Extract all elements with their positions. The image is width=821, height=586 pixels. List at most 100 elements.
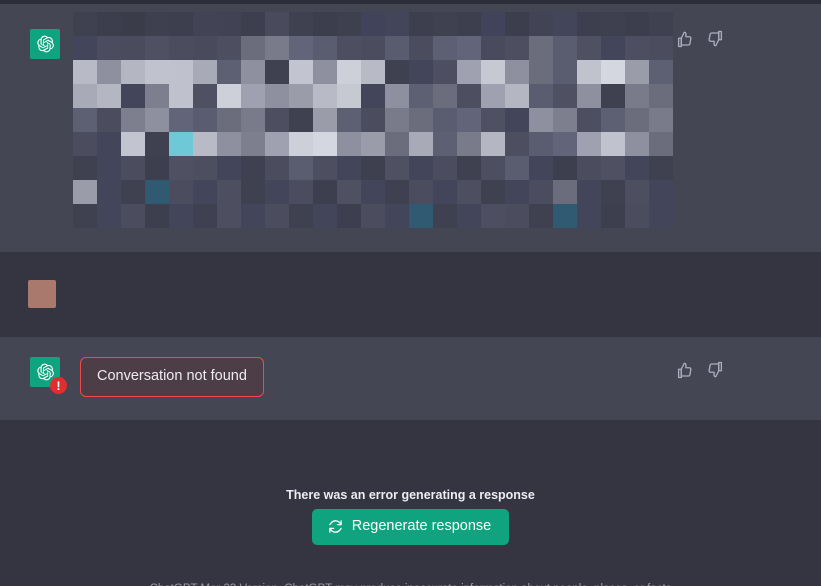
- thumbs-down-icon[interactable]: [706, 361, 724, 379]
- censored-block: [265, 180, 289, 204]
- censored-block: [145, 36, 169, 60]
- censored-block: [577, 108, 601, 132]
- censored-block: [505, 132, 529, 156]
- censored-block: [601, 204, 625, 228]
- censored-block: [481, 12, 505, 36]
- censored-block: [457, 108, 481, 132]
- censored-block: [625, 156, 649, 180]
- censored-block: [217, 156, 241, 180]
- censored-block: [649, 108, 673, 132]
- censored-block: [553, 12, 577, 36]
- censored-block: [553, 156, 577, 180]
- censored-block: [97, 156, 121, 180]
- censored-block: [337, 36, 361, 60]
- censored-block: [265, 60, 289, 84]
- censored-block: [145, 108, 169, 132]
- thumbs-up-icon[interactable]: [676, 30, 694, 48]
- thumbs-up-icon[interactable]: [676, 361, 694, 379]
- censored-block: [409, 108, 433, 132]
- censored-block: [313, 204, 337, 228]
- censored-block: [433, 132, 457, 156]
- censored-block: [97, 36, 121, 60]
- censored-block: [457, 60, 481, 84]
- censored-block: [313, 156, 337, 180]
- censored-block: [313, 108, 337, 132]
- censored-block: [361, 132, 385, 156]
- censored-block: [505, 36, 529, 60]
- censored-block: [553, 108, 577, 132]
- censored-block: [217, 36, 241, 60]
- censored-block: [505, 204, 529, 228]
- censored-block: [289, 84, 313, 108]
- censored-block: [337, 180, 361, 204]
- censored-block: [529, 84, 553, 108]
- censored-block: [193, 84, 217, 108]
- censored-block: [409, 12, 433, 36]
- censored-block: [577, 132, 601, 156]
- censored-block: [265, 204, 289, 228]
- censored-block: [241, 12, 265, 36]
- censored-block: [505, 180, 529, 204]
- censored-block: [481, 156, 505, 180]
- censored-block: [577, 12, 601, 36]
- avatar: [28, 280, 56, 308]
- censored-block: [433, 36, 457, 60]
- censored-block: [241, 36, 265, 60]
- censored-block: [529, 36, 553, 60]
- censored-block: [553, 60, 577, 84]
- censored-block: [385, 180, 409, 204]
- censored-block: [193, 12, 217, 36]
- censored-block: [649, 84, 673, 108]
- censored-block: [529, 108, 553, 132]
- message-row-user: [0, 252, 821, 556]
- censored-block: [601, 132, 625, 156]
- censored-block: [169, 204, 193, 228]
- censored-block: [97, 132, 121, 156]
- censored-block: [505, 60, 529, 84]
- censored-block: [217, 108, 241, 132]
- censored-block: [625, 36, 649, 60]
- censored-block: [73, 132, 97, 156]
- censored-block: [217, 204, 241, 228]
- censored-block: [361, 84, 385, 108]
- censored-block: [577, 180, 601, 204]
- censored-block: [505, 12, 529, 36]
- censored-block: [385, 60, 409, 84]
- censored-block: [145, 84, 169, 108]
- thumbs-down-icon[interactable]: [706, 30, 724, 48]
- censored-block: [289, 204, 313, 228]
- censored-block: [433, 84, 457, 108]
- censored-block: [409, 84, 433, 108]
- censored-block: [433, 108, 457, 132]
- censored-block: [529, 204, 553, 228]
- censored-block: [649, 180, 673, 204]
- censored-block: [481, 84, 505, 108]
- censored-block: [121, 12, 145, 36]
- censored-block: [337, 12, 361, 36]
- censored-block: [625, 108, 649, 132]
- censored-block: [601, 84, 625, 108]
- censored-block: [457, 12, 481, 36]
- censored-block: [265, 12, 289, 36]
- censored-block: [529, 60, 553, 84]
- censored-block: [313, 36, 337, 60]
- censored-block: [625, 204, 649, 228]
- censored-block: [505, 156, 529, 180]
- censored-block: [121, 84, 145, 108]
- censored-block: [121, 36, 145, 60]
- censored-block: [73, 84, 97, 108]
- censored-block: [241, 132, 265, 156]
- censored-block: [289, 156, 313, 180]
- censored-block: [361, 12, 385, 36]
- censored-block: [433, 156, 457, 180]
- censored-block: [601, 180, 625, 204]
- censored-block: [625, 180, 649, 204]
- censored-block: [577, 204, 601, 228]
- censored-block: [553, 84, 577, 108]
- message-row-assistant-1: [0, 4, 821, 252]
- censored-block: [169, 108, 193, 132]
- censored-block: [145, 132, 169, 156]
- censored-block: [649, 156, 673, 180]
- regenerate-button-wrap: Regenerate response: [0, 509, 821, 545]
- regenerate-response-button[interactable]: Regenerate response: [311, 509, 510, 545]
